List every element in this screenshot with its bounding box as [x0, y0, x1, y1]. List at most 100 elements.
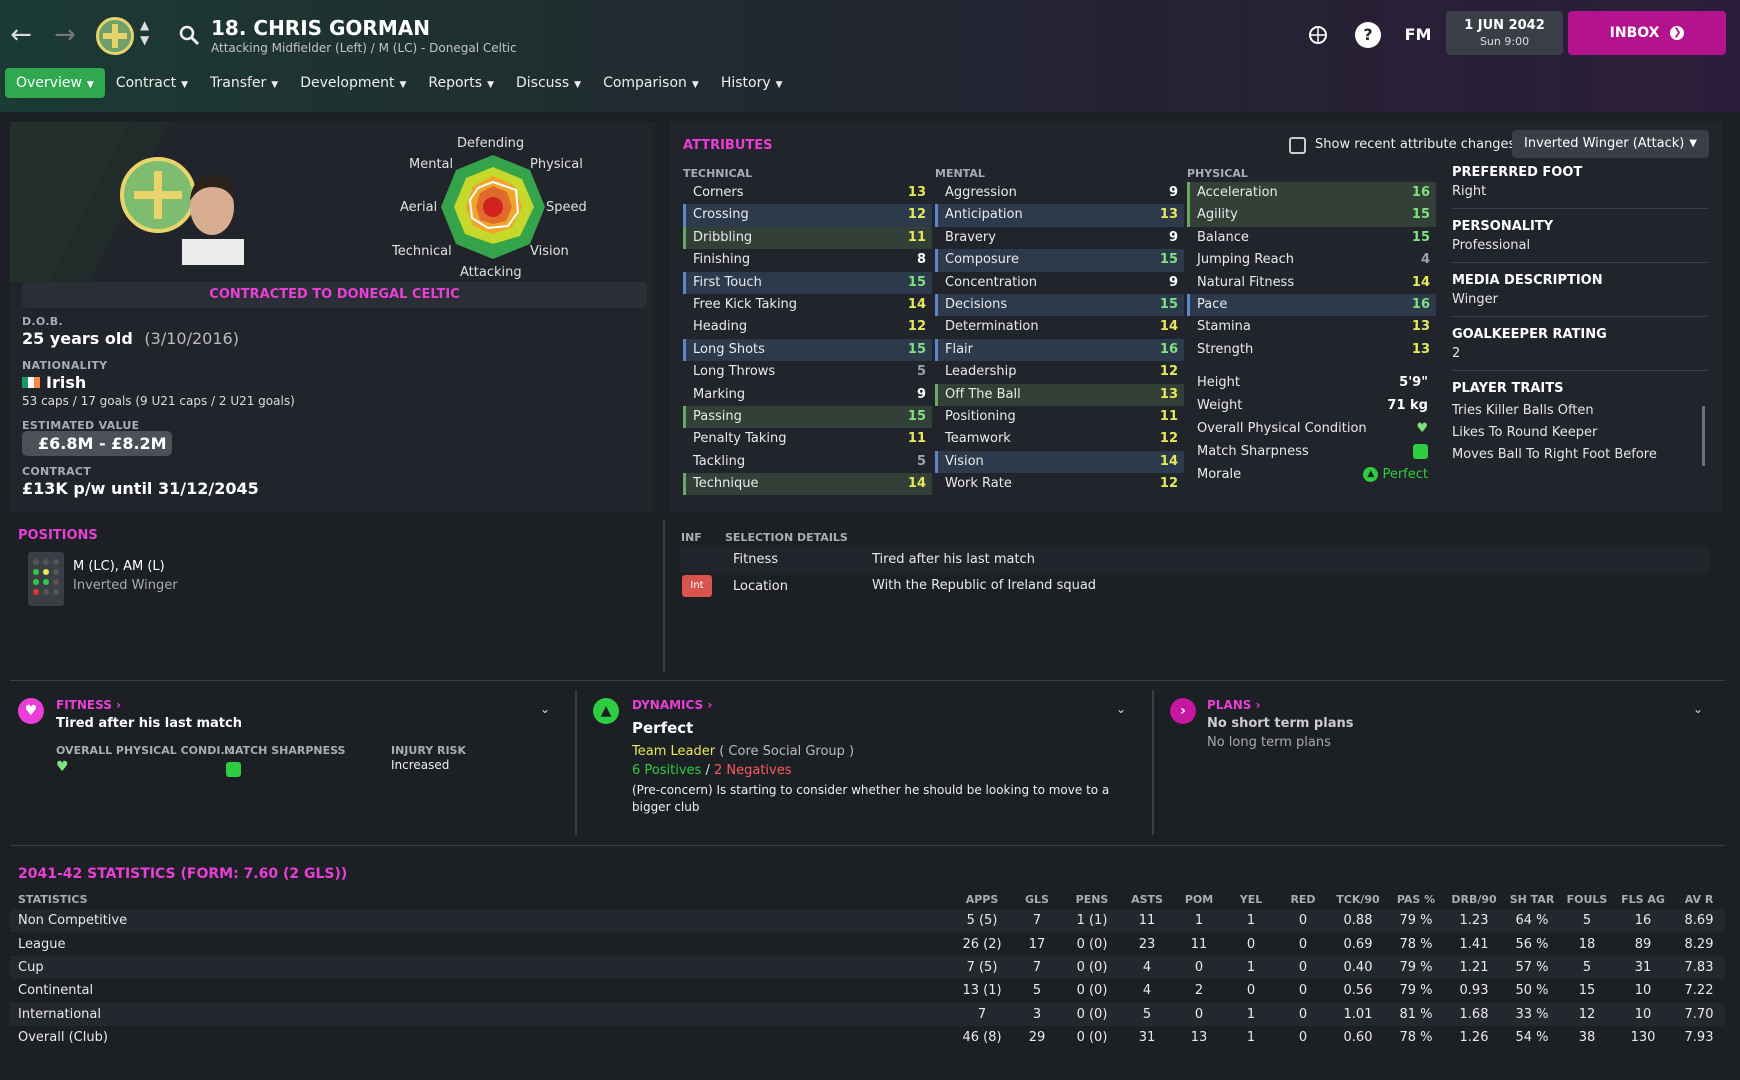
attribute-row[interactable]: Balance 15	[1187, 227, 1436, 249]
attribute-row[interactable]: Passing 15	[683, 405, 932, 429]
fitness-title[interactable]: FITNESS ›	[56, 698, 121, 712]
forward-arrow-icon[interactable]: →	[50, 20, 80, 50]
attribute-row[interactable]: Concentration 9	[935, 272, 1184, 294]
attribute-name: Free Kick Taking	[693, 296, 798, 312]
stats-column-header[interactable]: DRB/90	[1445, 889, 1503, 909]
tab-transfer[interactable]: Transfer ▼	[199, 68, 289, 98]
date-display[interactable]: 1 JUN 2042 Sun 9:00	[1446, 11, 1563, 55]
stats-row[interactable]: Cup 7 (5) 7 0 (0) 4 0 1 0 0.40 79 % 1.21 57 % 5 31 7.8…	[10, 955, 1725, 980]
chevron-down-icon[interactable]: ⌄	[1116, 702, 1126, 716]
attribute-row[interactable]: Decisions 15	[935, 293, 1184, 317]
stats-column-header[interactable]: FOULS	[1561, 889, 1613, 909]
attribute-row[interactable]: Natural Fitness 14	[1187, 272, 1436, 294]
tab-discuss[interactable]: Discuss ▼	[505, 68, 592, 98]
attribute-row[interactable]: Teamwork 12	[935, 428, 1184, 450]
attribute-value: 16	[1411, 185, 1430, 200]
attribute-row[interactable]: Crossing 12	[683, 204, 932, 227]
attribute-row[interactable]: Penalty Taking 11	[683, 428, 932, 450]
attribute-row[interactable]: Bravery 9	[935, 227, 1184, 249]
attribute-row[interactable]: Strength 13	[1187, 339, 1436, 361]
stats-cell: 0.69	[1343, 936, 1373, 952]
fitness-condition-label: OVERALL PHYSICAL CONDI...	[56, 744, 233, 757]
personality-block: PERSONALITY Professional	[1452, 219, 1707, 263]
attribute-row[interactable]: Composure 15	[935, 249, 1184, 272]
attribute-row[interactable]: Off The Ball 13	[935, 383, 1184, 406]
stats-column-header[interactable]: AV R	[1673, 889, 1725, 909]
stats-row[interactable]: League 26 (2) 17 0 (0) 23 11 0 0 0.69 78 % 1.41 56 …	[10, 932, 1725, 955]
attribute-row[interactable]: Technique 14	[683, 473, 932, 496]
tab-overview[interactable]: Overview ▼	[5, 68, 105, 98]
club-crest-icon[interactable]	[96, 17, 134, 55]
chevron-down-icon[interactable]: ⌄	[1693, 702, 1703, 716]
attribute-row[interactable]: Anticipation 13	[935, 204, 1184, 227]
attribute-row[interactable]: Long Shots 15	[683, 338, 932, 362]
attribute-value: 13	[1159, 207, 1178, 223]
tab-development[interactable]: Development ▼	[289, 68, 417, 98]
stats-column-header[interactable]: APPS	[953, 889, 1011, 909]
attribute-row[interactable]: First Touch 15	[683, 271, 932, 294]
stats-row[interactable]: Overall (Club) 46 (8) 29 0 (0) 31 13 1 0 0.60 78 …	[10, 1026, 1725, 1049]
attribute-row[interactable]: Heading 12	[683, 316, 932, 338]
attribute-row[interactable]: Corners 13	[683, 182, 932, 204]
attribute-row[interactable]: Tackling 5	[683, 451, 932, 473]
stats-cell: 50 %	[1515, 983, 1549, 999]
stats-row[interactable]: International 7 3 0 (0) 5 0 1 0 1.01 81 % 1.68 33 %…	[10, 1002, 1725, 1026]
stats-column-header[interactable]: PENS	[1063, 889, 1121, 909]
attribute-row[interactable]: Leadership 12	[935, 361, 1184, 383]
attribute-row[interactable]: Agility 15	[1187, 204, 1436, 227]
estimated-value[interactable]: £6.8M - £8.2M	[22, 431, 172, 456]
stats-column-header[interactable]: SH TAR	[1503, 889, 1561, 909]
tab-contract[interactable]: Contract ▼	[105, 68, 199, 98]
attribute-row[interactable]: Finishing 8	[683, 249, 932, 271]
tab-label: Transfer	[210, 75, 267, 91]
tab-comparison[interactable]: Comparison ▼	[592, 68, 710, 98]
attribute-row[interactable]: Positioning 11	[935, 406, 1184, 428]
attribute-row[interactable]: Jumping Reach 4	[1187, 249, 1436, 271]
player-profile-screen: { "topbar": { "player_title": "18. CHRIS…	[0, 0, 1740, 1080]
plans-title[interactable]: PLANS ›	[1207, 698, 1261, 712]
globe-icon[interactable]	[1305, 22, 1331, 48]
stats-cell: 78 %	[1399, 1030, 1433, 1046]
back-arrow-icon[interactable]: ←	[6, 20, 36, 50]
inbox-button[interactable]: INBOX ❯	[1568, 11, 1726, 55]
stats-title[interactable]: 2041-42 STATISTICS (FORM: 7.60 (2 GLS))	[18, 866, 347, 882]
attribute-row[interactable]: Aggression 9	[935, 182, 1184, 204]
attribute-row[interactable]: Work Rate 12	[935, 473, 1184, 495]
stats-column-header[interactable]: YEL	[1225, 889, 1277, 909]
stats-column-header[interactable]: STATISTICS	[10, 889, 953, 909]
attribute-row[interactable]: Dribbling 11	[683, 226, 932, 250]
current-time: Sun 9:00	[1479, 35, 1530, 48]
stats-row[interactable]: Non Competitive 5 (5) 7 1 (1) 11 1 1 0 0.88 79 % 1…	[10, 909, 1725, 933]
attribute-row[interactable]: Long Throws 5	[683, 361, 932, 383]
traits-scrollbar[interactable]	[1702, 406, 1705, 466]
player-subtitle: Attacking Midfielder (Left) / M (LC) - D…	[211, 41, 517, 55]
stats-column-header[interactable]: GLS	[1011, 889, 1063, 909]
stats-column-header[interactable]: PAS %	[1387, 889, 1445, 909]
role-select[interactable]: Inverted Winger (Attack) ▼	[1512, 130, 1709, 158]
stats-row[interactable]: Continental 13 (1) 5 0 (0) 4 2 0 0 0.56 79 % 0.93 5…	[10, 979, 1725, 1002]
fm-icon[interactable]: FM	[1402, 22, 1434, 48]
stats-column-header[interactable]: ASTS	[1121, 889, 1173, 909]
attribute-row[interactable]: Pace 16	[1187, 293, 1436, 317]
attribute-value: 13	[1411, 319, 1430, 335]
stats-column-header[interactable]: FLS AG	[1613, 889, 1673, 909]
dynamics-title[interactable]: DYNAMICS ›	[632, 698, 712, 712]
attribute-row[interactable]: Stamina 13	[1187, 316, 1436, 338]
attribute-row[interactable]: Determination 14	[935, 316, 1184, 338]
player-switch-icon[interactable]: ▲ ▼	[140, 18, 149, 48]
chevron-down-icon[interactable]: ⌄	[540, 702, 550, 716]
help-icon[interactable]: ?	[1355, 22, 1381, 48]
stats-column-header[interactable]: RED	[1277, 889, 1329, 909]
attribute-row[interactable]: Marking 9	[683, 384, 932, 406]
attribute-row[interactable]: Vision 14	[935, 450, 1184, 474]
morale-value-group: ▲ Perfect	[1363, 463, 1428, 486]
attribute-row[interactable]: Free Kick Taking 14	[683, 294, 932, 316]
recent-changes-checkbox[interactable]	[1289, 137, 1306, 154]
tab-history[interactable]: History ▼	[710, 68, 794, 98]
stats-column-header[interactable]: TCK/90	[1329, 889, 1387, 909]
stats-column-header[interactable]: POM	[1173, 889, 1225, 909]
search-icon[interactable]	[178, 24, 200, 46]
attribute-row[interactable]: Acceleration 16	[1187, 182, 1436, 205]
tab-reports[interactable]: Reports ▼	[417, 68, 505, 98]
attribute-row[interactable]: Flair 16	[935, 338, 1184, 362]
